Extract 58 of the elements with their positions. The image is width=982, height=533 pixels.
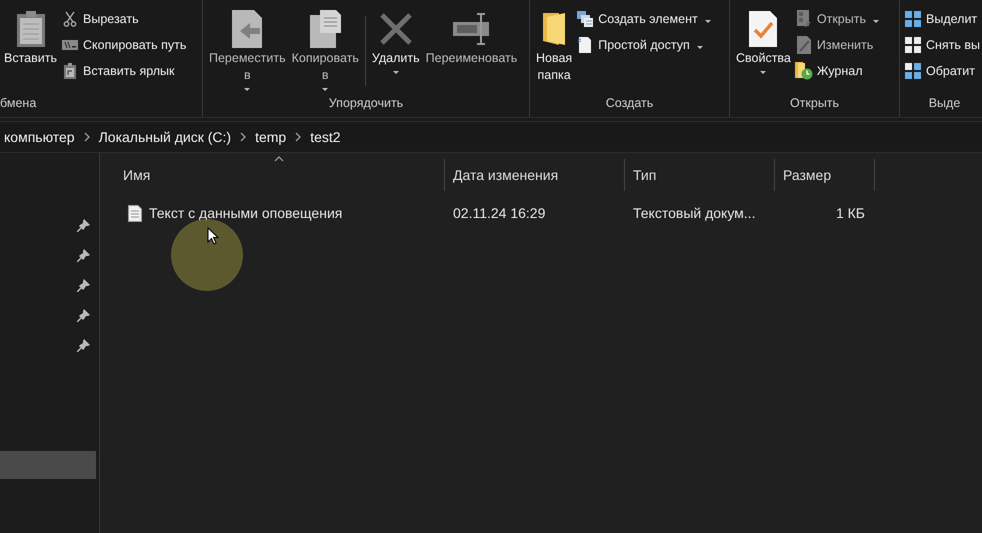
ribbon-button[interactable]: Простой доступ bbox=[576, 34, 714, 56]
type-cell-text: Текстовый докум... bbox=[632, 205, 756, 221]
column-header[interactable]: Тип bbox=[625, 159, 775, 191]
delete-icon bbox=[378, 12, 413, 46]
text-file-icon bbox=[128, 204, 142, 222]
shortcut-icon bbox=[64, 63, 76, 79]
folder-icon bbox=[541, 11, 568, 47]
group-label: Упорядочить bbox=[328, 96, 404, 112]
select-none-icon bbox=[905, 37, 921, 53]
group-label: Создать bbox=[604, 96, 654, 112]
date-cell-text: 02.11.24 16:29 bbox=[452, 205, 546, 221]
select-all-icon bbox=[905, 11, 921, 27]
pin-icon[interactable] bbox=[77, 338, 90, 352]
chevron-right-icon[interactable] bbox=[295, 132, 302, 142]
invert-selection-icon bbox=[905, 63, 921, 79]
column-header[interactable]: Размер bbox=[775, 159, 875, 191]
group-label: Выде bbox=[928, 96, 962, 112]
pin-icon[interactable] bbox=[77, 308, 90, 322]
move-icon bbox=[230, 9, 264, 49]
edit-icon bbox=[796, 36, 811, 54]
rename-icon bbox=[452, 13, 490, 45]
breadcrumb[interactable]: компьютер bbox=[4, 129, 75, 145]
mouse-cursor-icon bbox=[207, 227, 219, 245]
document-icon bbox=[578, 36, 592, 54]
group-label: бмена bbox=[0, 96, 38, 112]
path-icon bbox=[62, 40, 78, 50]
group-label: Открыть bbox=[788, 96, 840, 112]
properties-icon bbox=[748, 10, 778, 48]
clipboard-icon bbox=[16, 10, 46, 48]
pin-icon[interactable] bbox=[77, 218, 90, 232]
ribbon-button[interactable]: Вставить bbox=[2, 6, 59, 69]
ribbon-button[interactable]: Снять вы bbox=[904, 34, 980, 56]
ribbon-button[interactable]: Скопировать путь bbox=[61, 34, 186, 56]
column-header[interactable]: Дата изменения bbox=[445, 159, 625, 191]
chevron-right-icon[interactable] bbox=[240, 132, 246, 142]
breadcrumb[interactable]: temp bbox=[255, 129, 286, 145]
pin-icon[interactable] bbox=[77, 278, 90, 292]
breadcrumb[interactable]: test2 bbox=[310, 129, 341, 145]
chevron-right-icon[interactable] bbox=[84, 132, 90, 142]
column-header[interactable]: Имя bbox=[104, 159, 445, 191]
ribbon-button[interactable]: Выделит bbox=[904, 8, 980, 30]
file-name[interactable]: Текст с данными оповещения bbox=[149, 205, 342, 221]
ribbon-button[interactable]: Вставить ярлык bbox=[61, 60, 186, 82]
ribbon-button[interactable]: Обратит bbox=[904, 60, 980, 82]
breadcrumb[interactable]: Локальный диск (C:) bbox=[98, 129, 232, 145]
ribbon-button[interactable]: Свойства bbox=[734, 6, 793, 76]
pin-icon[interactable] bbox=[77, 248, 90, 262]
size-cell-text: 1 КБ bbox=[834, 205, 866, 221]
ribbon-button[interactable]: Вырезать bbox=[61, 8, 186, 30]
ribbon-button[interactable]: Удалить bbox=[370, 6, 422, 76]
new-item-icon bbox=[577, 11, 594, 27]
ribbon-button[interactable]: Новая папка bbox=[534, 6, 574, 86]
ribbon-button[interactable]: Создать элемент bbox=[576, 8, 714, 30]
copy-icon bbox=[308, 9, 342, 49]
open-icon bbox=[796, 10, 811, 28]
ribbon-button[interactable]: Журнал bbox=[794, 60, 882, 82]
scissors-icon bbox=[63, 11, 77, 27]
folder-clock-icon bbox=[794, 62, 813, 80]
